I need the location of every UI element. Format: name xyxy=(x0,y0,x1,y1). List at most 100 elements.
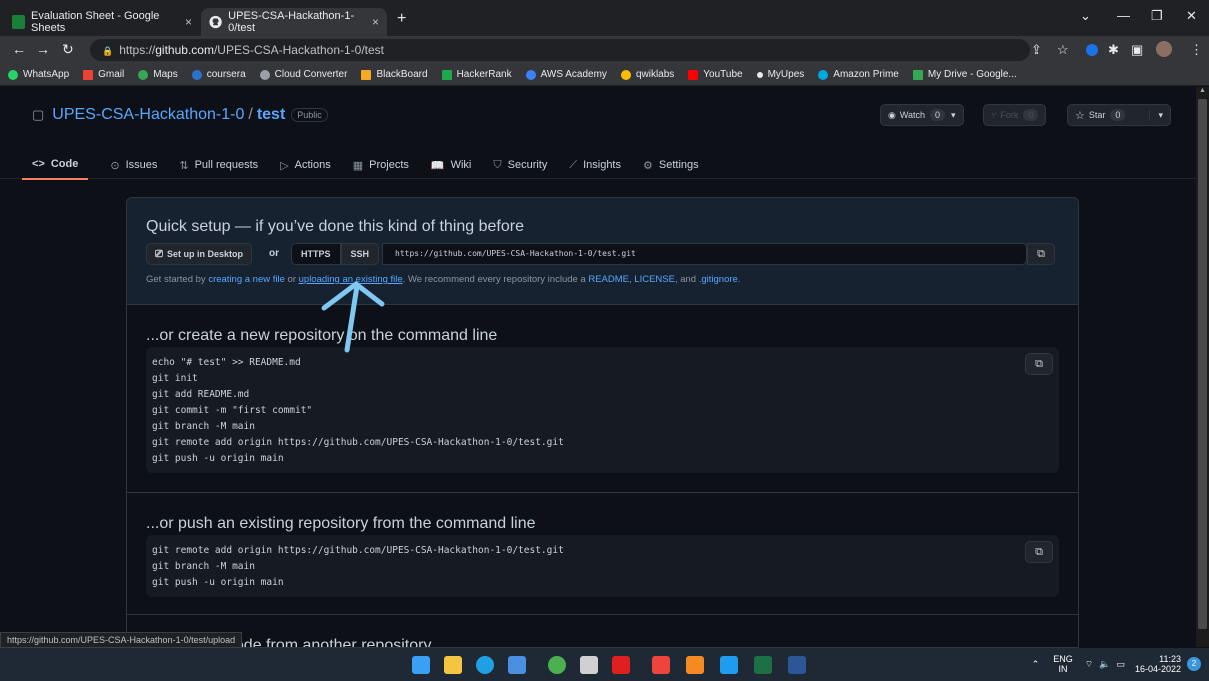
vscode-icon[interactable] xyxy=(720,656,738,674)
issue-icon: ⊙ xyxy=(110,159,120,172)
repo-owner-link[interactable]: UPES-CSA-Hackathon-1-0 xyxy=(52,106,244,124)
import-repo-section: ...or import code from another repositor… xyxy=(126,615,1079,648)
windows-start-icon[interactable] xyxy=(412,656,430,674)
bookmark-youtube[interactable]: YouTube xyxy=(688,69,743,80)
store-icon[interactable] xyxy=(508,656,526,674)
bookmark-cloud-converter[interactable]: Cloud Converter xyxy=(259,69,347,80)
page-scrollbar[interactable]: ▲ xyxy=(1196,87,1209,647)
close-window-button[interactable]: ✕ xyxy=(1186,8,1197,24)
setup-in-desktop-button[interactable]: ⎚ Set up in Desktop xyxy=(146,243,253,265)
new-tab-button[interactable]: + xyxy=(397,10,406,28)
minimize-button[interactable]: — xyxy=(1117,8,1130,23)
tab-code[interactable]: <> Code xyxy=(22,150,89,180)
clone-url-input[interactable]: https://github.com/UPES-CSA-Hackathon-1-… xyxy=(382,243,1027,265)
copy-icon[interactable]: ⧉ xyxy=(1027,243,1055,265)
scroll-up-icon[interactable]: ▲ xyxy=(1196,87,1209,94)
pull-request-icon: ⇅ xyxy=(179,159,189,172)
ssh-tab[interactable]: SSH xyxy=(340,243,380,265)
aws-icon xyxy=(525,69,536,80)
bookmark-gmail[interactable]: Gmail xyxy=(83,69,124,80)
url-host: github.com xyxy=(155,43,214,57)
anydesk-icon[interactable] xyxy=(652,656,670,674)
bookmark-maps[interactable]: Maps xyxy=(138,69,178,80)
code-line: git remote add origin https://github.com… xyxy=(152,545,564,556)
tab-github-repo[interactable]: UPES-CSA-Hackathon-1-0/test × xyxy=(201,8,387,36)
maps-icon xyxy=(138,69,149,80)
scrollbar-thumb[interactable] xyxy=(1198,99,1207,629)
myupes-icon xyxy=(756,71,763,78)
eye-icon: ◉ xyxy=(888,109,896,120)
tab-insights[interactable]: ⟋ Insights xyxy=(569,150,621,180)
close-tab-icon[interactable]: × xyxy=(372,15,379,29)
tab-google-sheets[interactable]: Evaluation Sheet - Google Sheets × xyxy=(4,8,200,36)
bookmark-coursera[interactable]: coursera xyxy=(191,69,246,80)
battery-icon[interactable]: ▭ xyxy=(1116,659,1125,670)
maximize-button[interactable]: ❐ xyxy=(1151,8,1163,24)
bookmark-my-drive[interactable]: My Drive - Google... xyxy=(912,69,1017,80)
tab-issues[interactable]: ⊙ Issues xyxy=(110,150,157,180)
bookmark-star-icon[interactable]: ☆ xyxy=(1057,42,1069,58)
tab-projects[interactable]: ▦ Projects xyxy=(353,150,409,180)
reload-icon[interactable]: ↻ xyxy=(62,41,74,58)
create-repo-section: ...or create a new repository on the com… xyxy=(126,305,1079,493)
url-prefix: https:// xyxy=(119,43,156,57)
edge-icon[interactable] xyxy=(476,656,494,674)
address-bar[interactable]: 🔒 https://github.com/UPES-CSA-Hackathon-1… xyxy=(90,39,1030,61)
star-button[interactable]: ☆ Star 0 ▾ xyxy=(1067,104,1171,126)
readme-link[interactable]: README xyxy=(588,274,629,285)
fork-button[interactable]: ⑂ Fork 0 xyxy=(983,104,1047,126)
chevron-down-icon[interactable]: ▾ xyxy=(1149,109,1163,121)
code-line: git add README.md xyxy=(152,389,250,400)
language-indicator[interactable]: ENG IN xyxy=(1053,654,1073,674)
grammarly-icon[interactable] xyxy=(1086,44,1098,56)
onenote-icon[interactable] xyxy=(580,656,598,674)
forward-arrow-icon[interactable]: → xyxy=(36,41,50,57)
chevron-up-icon[interactable]: ⌃ xyxy=(1032,659,1040,670)
repo-name-link[interactable]: test xyxy=(257,106,285,124)
bookmark-qwiklabs[interactable]: qwiklabs xyxy=(620,69,674,80)
notification-badge[interactable]: 2 xyxy=(1187,657,1201,671)
creating-new-file-link[interactable]: creating a new file xyxy=(208,274,285,285)
share-icon[interactable]: ⇪ xyxy=(1031,42,1042,58)
extensions-puzzle-icon[interactable]: ✱ xyxy=(1108,42,1119,58)
bookmark-whatsapp[interactable]: WhatsApp xyxy=(8,69,69,80)
tab-wiki[interactable]: 📖 Wiki xyxy=(431,150,471,180)
kebab-menu-icon[interactable]: ⋮ xyxy=(1190,42,1203,58)
https-tab[interactable]: HTTPS xyxy=(291,243,341,265)
code-line: echo "# test" >> README.md xyxy=(152,357,301,368)
watch-count: 0 xyxy=(930,109,946,121)
bookmark-amazon-prime[interactable]: Amazon Prime xyxy=(818,69,899,80)
acrobat-icon[interactable] xyxy=(612,656,630,674)
copy-icon[interactable]: ⧉ xyxy=(1025,353,1053,375)
back-arrow-icon[interactable]: ← xyxy=(12,41,26,57)
tab-security[interactable]: ⛉ Security xyxy=(493,150,547,180)
hackerrank-icon xyxy=(441,69,452,80)
close-tab-icon[interactable]: × xyxy=(185,15,192,29)
profile-avatar[interactable] xyxy=(1156,41,1172,57)
volume-icon[interactable]: 🔈 xyxy=(1099,659,1110,670)
graph-icon: ⟋ xyxy=(569,158,578,171)
chrome-icon[interactable] xyxy=(548,656,566,674)
copy-icon[interactable]: ⧉ xyxy=(1025,541,1053,563)
tab-pull-requests[interactable]: ⇅ Pull requests xyxy=(179,150,258,180)
github-icon xyxy=(209,15,222,29)
tab-actions[interactable]: ▷ Actions xyxy=(280,150,331,180)
excel-icon[interactable] xyxy=(754,656,772,674)
bookmark-aws-academy[interactable]: AWS Academy xyxy=(525,69,607,80)
gitignore-link[interactable]: .gitignore xyxy=(699,274,738,285)
file-explorer-icon[interactable] xyxy=(444,656,462,674)
clock[interactable]: 11:23 16-04-2022 xyxy=(1135,654,1181,674)
word-icon[interactable] xyxy=(788,656,806,674)
bookmark-blackboard[interactable]: BlackBoard xyxy=(361,69,428,80)
sublime-icon[interactable] xyxy=(686,656,704,674)
side-panel-icon[interactable]: ▣ xyxy=(1131,42,1143,58)
bookmark-myupes[interactable]: MyUpes xyxy=(756,69,804,80)
bookmark-hackerrank[interactable]: HackerRank xyxy=(441,69,512,80)
wifi-icon[interactable]: ⌔ xyxy=(1085,659,1093,670)
browser-tab-strip: Evaluation Sheet - Google Sheets × UPES-… xyxy=(0,0,1209,36)
tab-settings[interactable]: ⚙ Settings xyxy=(643,150,699,180)
watch-button[interactable]: ◉ Watch 0 ▾ xyxy=(880,104,964,126)
tab-search-icon[interactable]: ⌄ xyxy=(1080,8,1091,24)
system-tray: ⌃ ENG IN ⌔ 🔈 ▭ 11:23 16-04-2022 2 xyxy=(1032,654,1201,674)
license-link[interactable]: LICENSE xyxy=(634,274,675,285)
